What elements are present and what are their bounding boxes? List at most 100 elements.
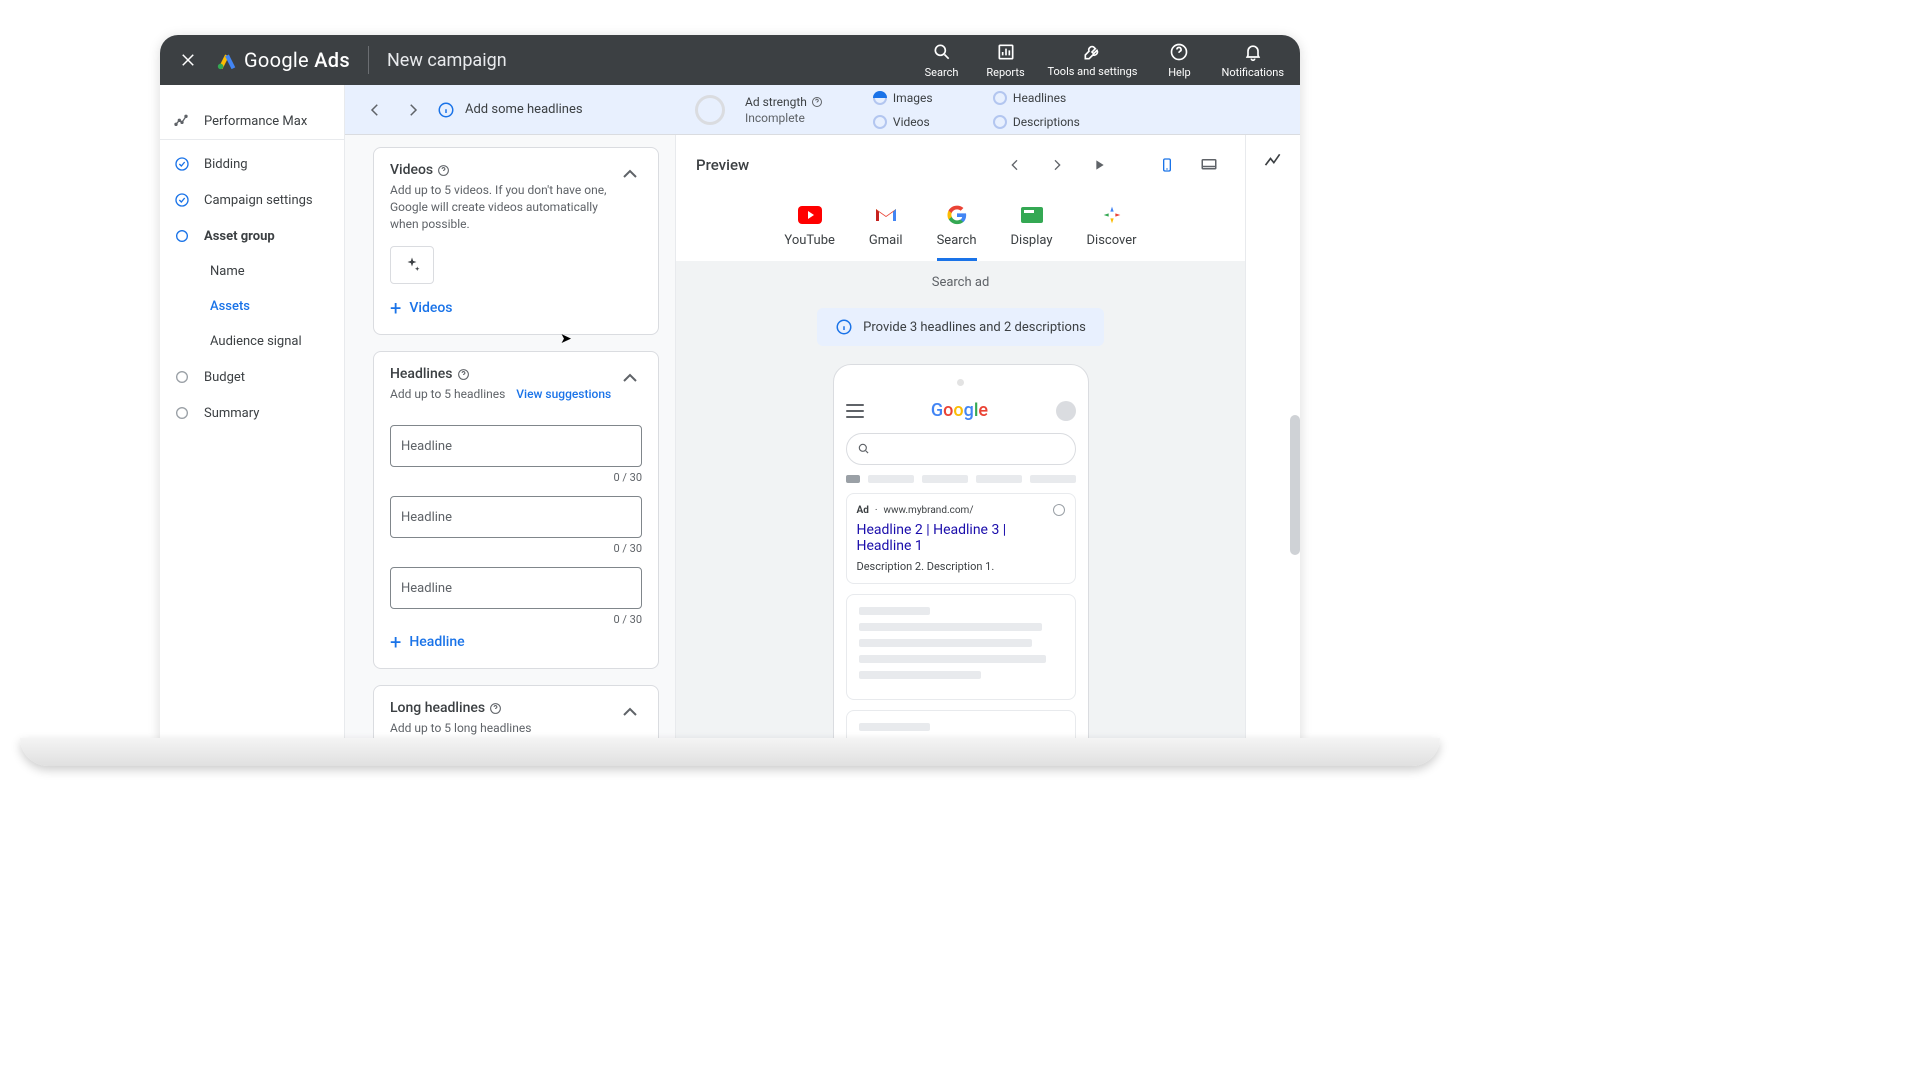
search-bar-mock [846,433,1076,465]
sidebar-item-bidding[interactable]: Bidding [160,146,344,182]
sidebar-item-campaign-settings[interactable]: Campaign settings [160,182,344,218]
tab-youtube[interactable]: YouTube [784,205,835,261]
reports-icon [996,42,1016,62]
close-icon[interactable] [176,48,200,72]
ad-strength-bar: Add some headlines Ad strength Incomplet… [345,85,1300,135]
video-thumbnail-placeholder[interactable] [390,246,434,284]
circle-icon [174,228,190,244]
headline-input-1[interactable] [390,425,642,467]
bell-icon [1243,42,1263,62]
divider [368,46,369,74]
topbar-actions: Search Reports Tools and settings Help N… [920,42,1285,79]
help-icon[interactable] [811,96,823,108]
insights-icon[interactable] [1263,151,1283,171]
view-suggestions-link[interactable]: View suggestions [516,387,611,401]
add-videos-button[interactable]: + Videos [390,296,642,320]
search-icon [857,442,871,456]
check-headlines: Headlines [993,91,1103,105]
add-headline-button[interactable]: + Headline [390,630,642,654]
collapse-button[interactable] [618,700,642,724]
product-name: Ads [314,48,350,72]
tab-search[interactable]: Search [937,205,977,261]
sidebar-item-summary[interactable]: Summary [160,395,344,431]
chevron-left-icon [1007,157,1023,173]
preview-play-button[interactable] [1083,149,1115,181]
next-tip-button[interactable] [399,96,427,124]
youtube-icon [798,206,822,224]
reports-action[interactable]: Reports [984,42,1028,79]
help-action[interactable]: Help [1157,42,1201,79]
desktop-view-button[interactable] [1193,149,1225,181]
sidebar-item-budget[interactable]: Budget [160,359,344,395]
preview-body-label: Search ad [932,275,990,290]
strength-status: Incomplete [745,111,823,125]
char-count-3: 0 / 30 [390,613,642,626]
long-headlines-card: Long headlines Add up to 5 long headline… [373,685,659,745]
mobile-icon [1159,154,1175,176]
check-videos: Videos [873,115,983,129]
chevron-left-icon [366,101,384,119]
headline-input-2[interactable] [390,496,642,538]
help-icon[interactable] [437,164,450,177]
help-icon [1169,42,1189,62]
avatar [1056,401,1076,421]
check-descriptions: Descriptions [993,115,1103,129]
help-icon[interactable] [489,702,502,715]
add-headline-label: Headline [409,634,464,650]
brand-name: Google [244,48,309,72]
phone-mockup: Google Ad [833,364,1089,745]
right-rail [1245,135,1300,745]
headlines-title: Headlines [390,366,453,382]
help-icon[interactable] [457,368,470,381]
asset-group-label: Asset group [204,229,275,244]
strength-tip-text: Add some headlines [465,102,685,117]
chip-row [846,475,1076,483]
sidebar-sub-assets[interactable]: Assets [160,289,344,324]
sidebar-item-asset-group[interactable]: Asset group [160,218,344,254]
tab-display[interactable]: Display [1011,205,1053,261]
tools-label: Tools and settings [1048,66,1138,78]
chevron-right-icon [404,101,422,119]
scrollbar[interactable] [1290,415,1300,555]
ad-url: www.mybrand.com/ [883,505,973,516]
collapse-button[interactable] [618,366,642,390]
headline-input-3[interactable] [390,567,642,609]
videos-card: Videos Add up to 5 videos. If you don't … [373,147,659,335]
tools-action[interactable]: Tools and settings [1048,42,1138,79]
hamburger-icon [846,404,864,418]
strength-label: Ad strength [745,95,823,109]
tab-discover[interactable]: Discover [1087,205,1137,261]
tab-gmail[interactable]: Gmail [869,205,903,261]
preview-prev-button[interactable] [999,149,1031,181]
notifications-action[interactable]: Notifications [1221,42,1284,79]
sidebar-campaign-type[interactable]: Performance Max [160,103,344,140]
search-action[interactable]: Search [920,42,964,79]
circle-icon [174,405,190,421]
plus-icon: + [390,630,401,654]
sidebar-sub-audience-signal[interactable]: Audience signal [160,324,344,359]
preview-next-button[interactable] [1041,149,1073,181]
search-icon [932,42,952,62]
check-circle-icon [174,192,190,208]
result-skeleton [846,594,1076,700]
videos-desc: Add up to 5 videos. If you don't have on… [390,182,618,232]
progress-empty-icon [993,91,1007,105]
reports-label: Reports [986,66,1024,79]
mobile-view-button[interactable] [1151,149,1183,181]
laptop-base [20,738,1440,766]
check-images: Images [873,91,983,105]
long-headlines-desc: Add up to 5 long headlines [390,720,618,737]
headlines-desc: Add up to 5 headlines View suggestions [390,386,618,403]
bidding-label: Bidding [204,157,248,172]
strength-gauge [695,95,725,125]
preview-title: Preview [696,156,989,174]
char-count-1: 0 / 30 [390,471,642,484]
sidebar-sub-name[interactable]: Name [160,254,344,289]
prev-tip-button[interactable] [361,96,389,124]
collapse-button[interactable] [618,162,642,186]
chevron-right-icon [1049,157,1065,173]
ad-description: Description 2. Description 1. [857,560,1065,573]
ad-headline: Headline 2 | Headline 3 | Headline 1 [857,522,1065,554]
char-count-2: 0 / 30 [390,542,642,555]
preview-tabs: YouTube Gmail Search Display [676,195,1245,261]
